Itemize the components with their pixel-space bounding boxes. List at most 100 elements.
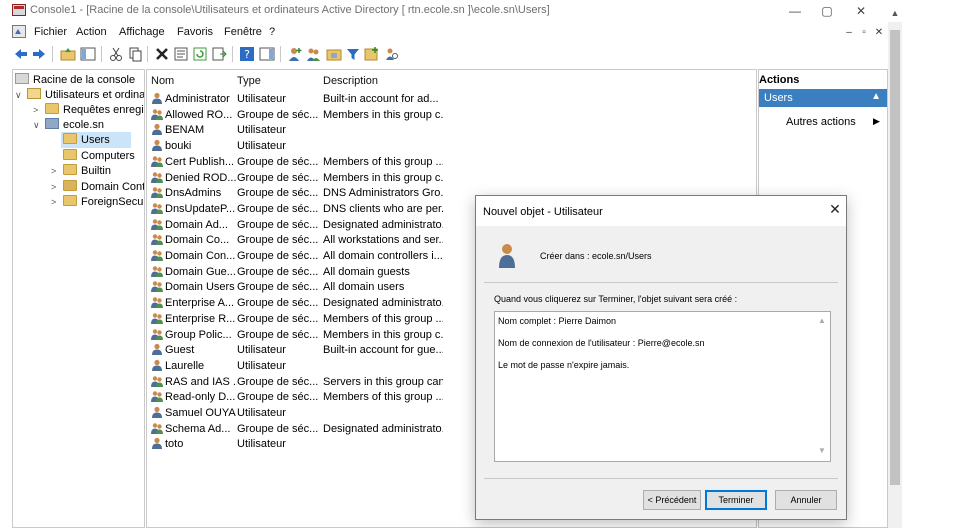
- cell-type: Groupe de séc...: [237, 171, 319, 184]
- properties-icon[interactable]: [173, 46, 189, 62]
- tree-item-console-root[interactable]: Racine de la console: [15, 72, 135, 88]
- mdi-minimize-button[interactable]: –: [842, 26, 856, 40]
- tree-item-computers[interactable]: Computers: [63, 148, 135, 164]
- up-folder-icon[interactable]: [60, 46, 76, 62]
- more-actions-link[interactable]: Autres actions: [786, 116, 856, 128]
- tree-item-saved-queries[interactable]: >Requêtes enregistrées: [33, 102, 144, 118]
- group-icon: [151, 375, 163, 387]
- tree-item-foreign-security-principals[interactable]: >ForeignSecurityPrincipals: [51, 194, 144, 210]
- new-group-icon[interactable]: [306, 46, 322, 62]
- table-row[interactable]: Administrator Utilisateur Built-in account…: [147, 92, 756, 108]
- scroll-up-arrow-icon[interactable]: ▲: [889, 8, 901, 20]
- expand-chevron-icon[interactable]: >: [51, 163, 63, 179]
- column-header-name[interactable]: Nom: [151, 75, 174, 87]
- cell-name: bouki: [151, 139, 237, 155]
- cell-description: Members in this group c...: [323, 171, 443, 184]
- actions-section-users[interactable]: Users ▲: [759, 89, 887, 107]
- cell-type: Groupe de séc...: [237, 328, 319, 341]
- menu-favoris[interactable]: Favoris: [177, 26, 213, 38]
- refresh-icon[interactable]: [192, 46, 208, 62]
- cell-type: Groupe de séc...: [237, 202, 319, 215]
- mdi-restore-button[interactable]: ▫: [857, 26, 871, 40]
- cut-icon[interactable]: [108, 46, 124, 62]
- show-action-pane-icon[interactable]: [259, 46, 275, 62]
- tree-item-users[interactable]: Users: [61, 132, 131, 148]
- dialog-close-icon[interactable]: ✕: [826, 201, 844, 219]
- menu-affichage[interactable]: Affichage: [119, 26, 165, 38]
- table-row[interactable]: Allowed RO... Groupe de séc... Members in …: [147, 108, 756, 124]
- finish-button[interactable]: Terminer: [705, 490, 767, 510]
- close-window-button[interactable]: ✕: [846, 2, 876, 20]
- column-header-type[interactable]: Type: [237, 75, 261, 87]
- console-menu-icon[interactable]: [12, 25, 26, 38]
- group-icon: [151, 249, 163, 261]
- table-row[interactable]: bouki Utilisateur: [147, 139, 756, 155]
- cell-name: Domain Con...: [151, 249, 237, 265]
- collapse-triangle-icon[interactable]: ▲: [871, 91, 881, 102]
- scrollbar-thumb[interactable]: [890, 30, 900, 485]
- filter-icon[interactable]: [345, 46, 361, 62]
- cell-type: Groupe de séc...: [237, 265, 319, 278]
- scroll-down-arrow-icon[interactable]: ▼: [818, 446, 826, 455]
- back-button[interactable]: < Précédent: [643, 490, 701, 510]
- forward-arrow-icon[interactable]: [31, 46, 47, 62]
- export-list-icon[interactable]: [211, 46, 227, 62]
- scroll-up-arrow-icon[interactable]: ▲: [818, 316, 826, 325]
- summary-scrollbar[interactable]: [815, 312, 830, 461]
- delete-icon[interactable]: [154, 46, 170, 62]
- table-row[interactable]: Cert Publish... Groupe de séc... Members o…: [147, 155, 756, 171]
- toolbar-separator: [52, 46, 53, 62]
- summary-textbox[interactable]: Nom complet : Pierre Daimon Nom de conne…: [494, 311, 831, 462]
- cell-description: Members of this group ...: [323, 312, 443, 325]
- cell-name: Cert Publish...: [151, 155, 237, 171]
- row-name: toto: [165, 438, 184, 451]
- expand-chevron-icon[interactable]: >: [51, 179, 63, 195]
- show-hide-tree-icon[interactable]: [80, 46, 96, 62]
- table-row[interactable]: BENAM Utilisateur: [147, 123, 756, 139]
- cell-type: Utilisateur: [237, 407, 286, 419]
- cell-type: Groupe de séc...: [237, 312, 319, 325]
- help-icon[interactable]: ?: [239, 46, 255, 62]
- mdi-close-button[interactable]: ✕: [872, 26, 886, 40]
- cell-name: Administrator: [151, 92, 237, 108]
- column-header-description[interactable]: Description: [323, 75, 378, 87]
- menu-action[interactable]: Action: [76, 26, 107, 38]
- new-ou-icon[interactable]: [326, 46, 342, 62]
- row-name: Guest: [165, 344, 195, 357]
- add-to-group-icon[interactable]: [364, 46, 380, 62]
- collapse-chevron-icon[interactable]: ∨: [33, 117, 45, 133]
- collapse-chevron-icon[interactable]: ∨: [15, 87, 27, 103]
- menu-fichier[interactable]: Fichier: [34, 26, 67, 38]
- tree-item-ad-users-computers[interactable]: ∨Utilisateurs et ordinateurs: [15, 87, 144, 103]
- dialog-intro-text: Quand vous cliquerez sur Terminer, l'obj…: [494, 294, 738, 304]
- cell-description: Built-in account for ad...: [323, 93, 439, 105]
- expand-chevron-icon[interactable]: >: [33, 102, 45, 118]
- dialog-divider: [484, 478, 838, 479]
- tree-item-domain-controllers[interactable]: >Domain Controllers: [51, 179, 144, 195]
- row-name: Read-only D...: [165, 391, 236, 404]
- submenu-arrow-icon[interactable]: ▶: [873, 116, 880, 127]
- row-name: Domain Gue...: [165, 265, 236, 278]
- back-arrow-icon[interactable]: [13, 46, 29, 62]
- row-name: Administrator: [165, 93, 230, 105]
- user-icon: [151, 123, 163, 136]
- maximize-button[interactable]: ▢: [812, 2, 842, 20]
- cell-name: Guest: [151, 343, 237, 359]
- minimize-button[interactable]: —: [780, 2, 810, 20]
- cell-type: Groupe de séc...: [237, 391, 319, 404]
- new-user-icon[interactable]: [287, 46, 303, 62]
- toolbar-separator: [147, 46, 148, 62]
- tree-item-ecole-sn[interactable]: ∨ ecole.sn: [33, 117, 104, 133]
- cell-description: DNS Administrators Gro...: [323, 187, 443, 200]
- tree-item-builtin[interactable]: > Builtin: [51, 163, 111, 179]
- row-name: Domain Users: [165, 281, 235, 294]
- menu-help[interactable]: ?: [269, 26, 275, 38]
- menu-fenetre[interactable]: Fenêtre: [224, 26, 262, 38]
- user-icon: [151, 139, 163, 152]
- find-users-icon[interactable]: [384, 46, 400, 62]
- expand-chevron-icon[interactable]: >: [51, 194, 63, 210]
- copy-icon[interactable]: [127, 46, 143, 62]
- table-row[interactable]: Denied ROD... Groupe de séc... Members in …: [147, 171, 756, 187]
- group-icon: [151, 265, 163, 277]
- cancel-button[interactable]: Annuler: [775, 490, 837, 510]
